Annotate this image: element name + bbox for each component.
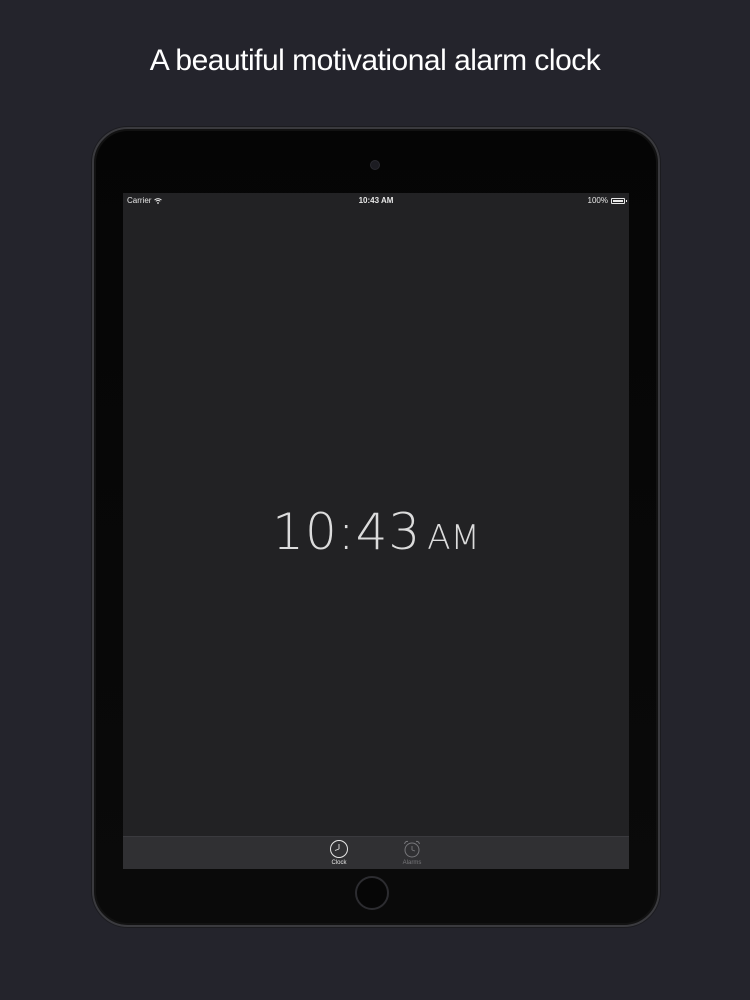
battery-percent: 100% bbox=[587, 196, 608, 205]
status-right: 100% bbox=[587, 196, 627, 205]
tab-bar: Clock Alarms bbox=[123, 836, 629, 869]
tab-alarms-label: Alarms bbox=[402, 860, 422, 866]
page: A beautiful motivational alarm clock Car… bbox=[0, 0, 750, 1000]
app-screen: Carrier 10:43 AM 100% 10:43 AM Clock Ala… bbox=[123, 193, 629, 869]
tab-clock-label: Clock bbox=[331, 860, 347, 866]
clock-ampm: AM bbox=[427, 518, 480, 558]
clock-icon bbox=[330, 840, 348, 858]
tab-alarms[interactable]: Alarms bbox=[392, 839, 432, 866]
status-bar: Carrier 10:43 AM 100% bbox=[123, 193, 629, 207]
battery-icon bbox=[611, 197, 627, 204]
clock-time: 10:43 bbox=[272, 503, 422, 561]
battery-fill bbox=[613, 199, 623, 202]
ipad-frame: Carrier 10:43 AM 100% 10:43 AM Clock Ala… bbox=[92, 127, 660, 927]
tab-clock[interactable]: Clock bbox=[319, 839, 359, 866]
camera-icon bbox=[370, 160, 380, 170]
home-button[interactable] bbox=[355, 876, 389, 910]
clock-display: 10:43 AM bbox=[123, 503, 629, 561]
alarm-icon bbox=[404, 840, 420, 858]
headline: A beautiful motivational alarm clock bbox=[149, 44, 601, 77]
status-time: 10:43 AM bbox=[358, 196, 394, 205]
